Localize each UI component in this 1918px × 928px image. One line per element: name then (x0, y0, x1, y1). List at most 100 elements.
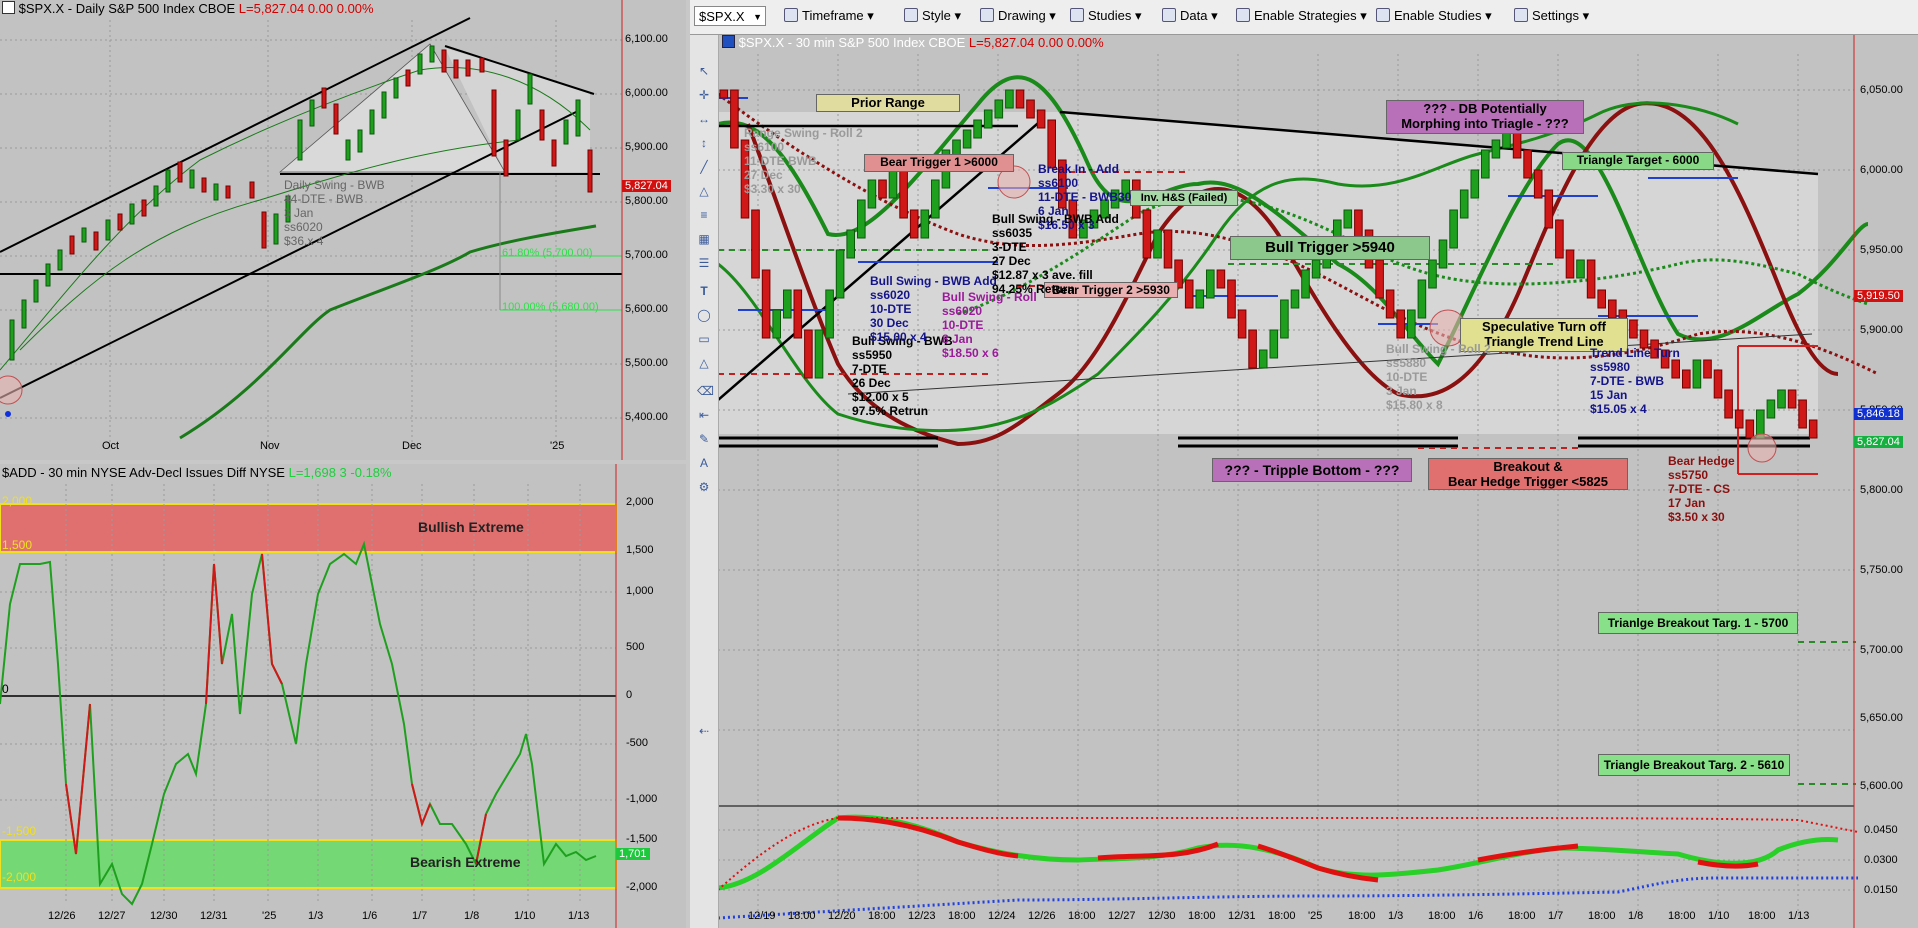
trendline-icon[interactable]: ╱ (697, 160, 711, 174)
daily-y-label: 5,700.00 (625, 249, 668, 261)
rectangle-icon[interactable]: ▭ (697, 332, 711, 346)
style-menu[interactable]: Style ▾ (904, 8, 961, 24)
main-y-label: 5,950.00 (1860, 244, 1903, 256)
timeframe-menu[interactable]: Timeframe ▾ (784, 8, 874, 24)
drawing-menu[interactable]: Drawing ▾ (980, 8, 1056, 24)
price-tag-blue: 5,846.18 (1854, 408, 1903, 420)
collapse-icon[interactable]: ⇠ (697, 724, 711, 738)
text-icon[interactable]: T (697, 284, 711, 298)
bull-swing-roll-note: Bull Swing - Roll ss6020 10-DTE 8 Jan $18.50… (942, 290, 1037, 360)
price-candle (1597, 289, 1607, 309)
daily-x-label: '25 (550, 440, 565, 452)
add-x-label: 1/6 (362, 910, 378, 922)
add-x-label: 1/8 (464, 910, 480, 922)
daily-y-label: 5,400.00 (625, 411, 668, 423)
text-box-icon[interactable]: A (697, 456, 711, 470)
enable-studies-button[interactable]: Enable Studies ▾ (1376, 8, 1492, 24)
fib-label: 100.00% (5,680.00) (502, 301, 599, 313)
price-candle (1703, 359, 1712, 379)
add-y-label: -500 (626, 737, 649, 749)
add-chart-title: $ADD - 30 min NYSE Adv-Decl Issues Diff … (2, 465, 392, 480)
grid-icon[interactable]: ▦ (697, 232, 711, 246)
add-y-label: -1,500 (626, 833, 658, 845)
price-candle (1005, 89, 1014, 109)
price-candle (1481, 149, 1490, 179)
triangle-shape-icon[interactable]: △ (697, 356, 711, 370)
zero-marker: 0 (2, 682, 9, 696)
daily-x-label: Dec (402, 440, 422, 452)
price-candle (857, 199, 866, 239)
main-x-label: 1/13 (1788, 910, 1810, 922)
price-candle (1576, 259, 1585, 279)
chart-toolbar: $SPX.X ▼ Timeframe ▾ Style ▾ Drawing ▾ S… (690, 0, 1918, 35)
price-candle (1153, 229, 1162, 259)
price-candle (1343, 209, 1353, 229)
daily-y-label: 5,900.00 (625, 141, 668, 153)
chevron-down-icon[interactable]: ▼ (753, 7, 762, 27)
lower-y-label: 0.0150 (1864, 884, 1898, 896)
vertical-line-icon[interactable]: ↕ (697, 136, 711, 150)
settings-menu[interactable]: Settings ▾ (1514, 8, 1589, 24)
price-candle (835, 249, 845, 299)
main-x-label: 18:00 (1428, 910, 1456, 922)
ellipse-icon[interactable]: ◯ (697, 308, 711, 322)
price-candle (1523, 149, 1532, 179)
main-chart-pane[interactable]: $SPX.X - 30 min S&P 500 Index CBOE L=5,8… (718, 34, 1918, 928)
fib-icon[interactable]: ≡ (697, 208, 711, 222)
prior-range-box: Prior Range (816, 94, 960, 112)
main-x-label: '25 (1308, 910, 1323, 922)
price-candle (825, 289, 834, 339)
price-candle (1047, 119, 1056, 169)
horizontal-line-icon[interactable]: ↔ (697, 112, 711, 126)
price-candle (730, 89, 739, 149)
drawing-tools-sidebar: ↖ ✛ ↔ ↕ ╱ △ ≡ ▦ ☰ T ◯ ▭ △ ⌫ ⇤ ✎ A ⚙ ⇠ (690, 34, 719, 928)
price-candle (1766, 399, 1776, 419)
studies-menu[interactable]: Studies ▾ (1070, 8, 1142, 24)
add-last-value-tag: 1,701 (616, 848, 650, 860)
main-y-label: 5,700.00 (1860, 644, 1903, 656)
daily-chart-pane[interactable]: $SPX.X - Daily S&P 500 Index CBOE L=5,82… (0, 0, 686, 460)
main-x-label: 18:00 (1188, 910, 1216, 922)
triangle-icon[interactable]: △ (697, 184, 711, 198)
bearish-extreme-label: Bearish Extreme (410, 854, 521, 870)
crosshair-icon[interactable]: ✛ (697, 88, 711, 102)
price-candle (1777, 389, 1786, 409)
symbol-input[interactable]: $SPX.X ▼ (694, 6, 766, 26)
main-chart-title: $SPX.X - 30 min S&P 500 Index CBOE L=5,8… (722, 35, 1104, 50)
bear-hedge-note: Bear Hedge ss5750 7-DTE - CS 17 Jan $3.50 x … (1668, 454, 1735, 524)
price-candle (1195, 289, 1205, 309)
brush-icon[interactable]: ✎ (697, 432, 711, 446)
price-candle (783, 289, 792, 319)
data-menu[interactable]: Data ▾ (1162, 8, 1218, 24)
price-candle (804, 329, 813, 379)
price-candle (1163, 229, 1173, 269)
channel-icon[interactable]: ☰ (697, 256, 711, 270)
enable-strategies-button[interactable]: Enable Strategies ▾ (1236, 8, 1367, 24)
break-in-note: Break In - Add ss6100 11-DTE - BWB30 6 Jan $… (1038, 162, 1132, 232)
price-candle (1184, 279, 1194, 309)
add-y-label: 500 (626, 641, 645, 653)
add-chart-canvas (0, 464, 617, 928)
add-y-label: -1,000 (626, 793, 658, 805)
settings-small-icon[interactable]: ⚙ (697, 480, 711, 494)
main-x-label: 18:00 (868, 910, 896, 922)
add-x-label: 1/13 (568, 910, 590, 922)
price-candle (1354, 209, 1363, 239)
breakout-box: Breakout & Bear Hedge Trigger <5825 (1428, 458, 1628, 490)
price-candle (1015, 89, 1025, 109)
pointer-icon[interactable]: ↖ (697, 64, 711, 78)
add-x-label: 12/30 (150, 910, 178, 922)
breakout-target-2-box: Triangle Breakout Targ. 2 - 5610 (1598, 754, 1790, 776)
measure-icon[interactable]: ⇤ (697, 408, 711, 422)
main-x-label: 1/8 (1628, 910, 1644, 922)
price-candle (867, 179, 877, 209)
eraser-icon[interactable]: ⌫ (697, 384, 714, 398)
bull-trigger-box: Bull Trigger >5940 (1230, 236, 1430, 260)
price-candle (751, 209, 760, 279)
add-indicator-pane[interactable]: $ADD - 30 min NYSE Adv-Decl Issues Diff … (0, 464, 686, 928)
price-candle (1280, 299, 1289, 339)
add-y-label: -2,000 (626, 881, 658, 893)
main-x-label: 12/30 (1148, 910, 1176, 922)
main-x-label: 18:00 (948, 910, 976, 922)
main-x-label: 12/19 (748, 910, 776, 922)
